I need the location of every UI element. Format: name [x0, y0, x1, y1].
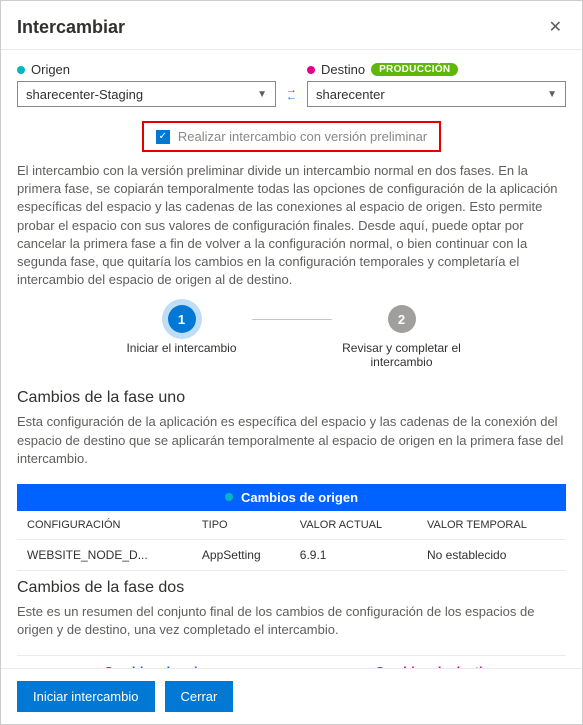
preview-checkbox[interactable]: ✓ [156, 130, 170, 144]
dialog-footer: Iniciar intercambio Cerrar [1, 668, 582, 724]
step-connector [252, 319, 332, 320]
swap-direction-icon: → ← [284, 81, 299, 107]
source-select-value: sharecenter-Staging [26, 87, 143, 102]
source-label: Origen [31, 62, 70, 77]
slot-selectors-row: Origen sharecenter-Staging ▼ → ← Destino… [17, 62, 566, 107]
table-row: WEBSITE_NODE_D... AppSetting 6.9.1 No es… [17, 539, 566, 570]
target-bullet-icon [307, 66, 315, 74]
step-1-circle: 1 [168, 305, 196, 333]
close-dialog-button[interactable]: Cerrar [165, 681, 234, 712]
steps-indicator: 1 Iniciar el intercambio 2 Revisar y com… [17, 305, 566, 369]
preview-swap-option: ✓ Realizar intercambio con versión preli… [142, 121, 441, 152]
phase1-table-header: Cambios de origen [17, 484, 566, 511]
dialog-title: Intercambiar [17, 17, 125, 38]
chevron-down-icon: ▼ [257, 89, 267, 100]
col-type: TIPO [192, 511, 290, 540]
step-2: 2 Revisar y completar el intercambio [332, 305, 472, 369]
phase2-tabs: Cambios de origen Cambios de destino [17, 655, 566, 668]
close-icon: ✕ [549, 19, 562, 36]
chevron-down-icon: ▼ [547, 89, 557, 100]
step-2-circle: 2 [388, 305, 416, 333]
col-config: CONFIGURACIÓN [17, 511, 192, 540]
close-button[interactable]: ✕ [545, 13, 566, 41]
phase2-desc: Este es un resumen del conjunto final de… [17, 603, 566, 639]
source-select[interactable]: sharecenter-Staging ▼ [17, 81, 276, 107]
step-1: 1 Iniciar el intercambio [112, 305, 252, 355]
cell-type: AppSetting [192, 539, 290, 570]
preview-checkbox-label: Realizar intercambio con versión prelimi… [178, 129, 427, 144]
phase2-title: Cambios de la fase dos [17, 579, 566, 597]
tab-source-changes[interactable]: Cambios de origen [17, 656, 292, 668]
source-label-row: Origen [17, 62, 276, 77]
phase1-table: CONFIGURACIÓN TIPO VALOR ACTUAL VALOR TE… [17, 511, 566, 571]
source-bullet-icon [17, 66, 25, 74]
dialog-content: Origen sharecenter-Staging ▼ → ← Destino… [1, 50, 582, 668]
col-current: VALOR ACTUAL [290, 511, 417, 540]
source-bullet-icon [225, 493, 233, 501]
tab-target-changes[interactable]: Cambios de destino [292, 656, 567, 668]
dialog-header: Intercambiar ✕ [1, 1, 582, 50]
phase1-title: Cambios de la fase uno [17, 389, 566, 407]
phase1-desc: Esta configuración de la aplicación es e… [17, 413, 566, 468]
step-2-label: Revisar y completar el intercambio [332, 341, 472, 369]
table-header-row: CONFIGURACIÓN TIPO VALOR ACTUAL VALOR TE… [17, 511, 566, 540]
col-temp: VALOR TEMPORAL [417, 511, 566, 540]
phase1-table-title: Cambios de origen [241, 490, 358, 505]
start-swap-button[interactable]: Iniciar intercambio [17, 681, 155, 712]
cell-current: 6.9.1 [290, 539, 417, 570]
preview-description: El intercambio con la versión preliminar… [17, 162, 566, 289]
step-1-label: Iniciar el intercambio [126, 341, 236, 355]
target-col: Destino PRODUCCIÓN sharecenter ▼ [307, 62, 566, 107]
source-col: Origen sharecenter-Staging ▼ [17, 62, 276, 107]
target-select-value: sharecenter [316, 87, 385, 102]
production-badge: PRODUCCIÓN [371, 63, 458, 76]
cell-config: WEBSITE_NODE_D... [17, 539, 192, 570]
target-label: Destino [321, 62, 365, 77]
target-select[interactable]: sharecenter ▼ [307, 81, 566, 107]
target-label-row: Destino PRODUCCIÓN [307, 62, 566, 77]
cell-temp: No establecido [417, 539, 566, 570]
